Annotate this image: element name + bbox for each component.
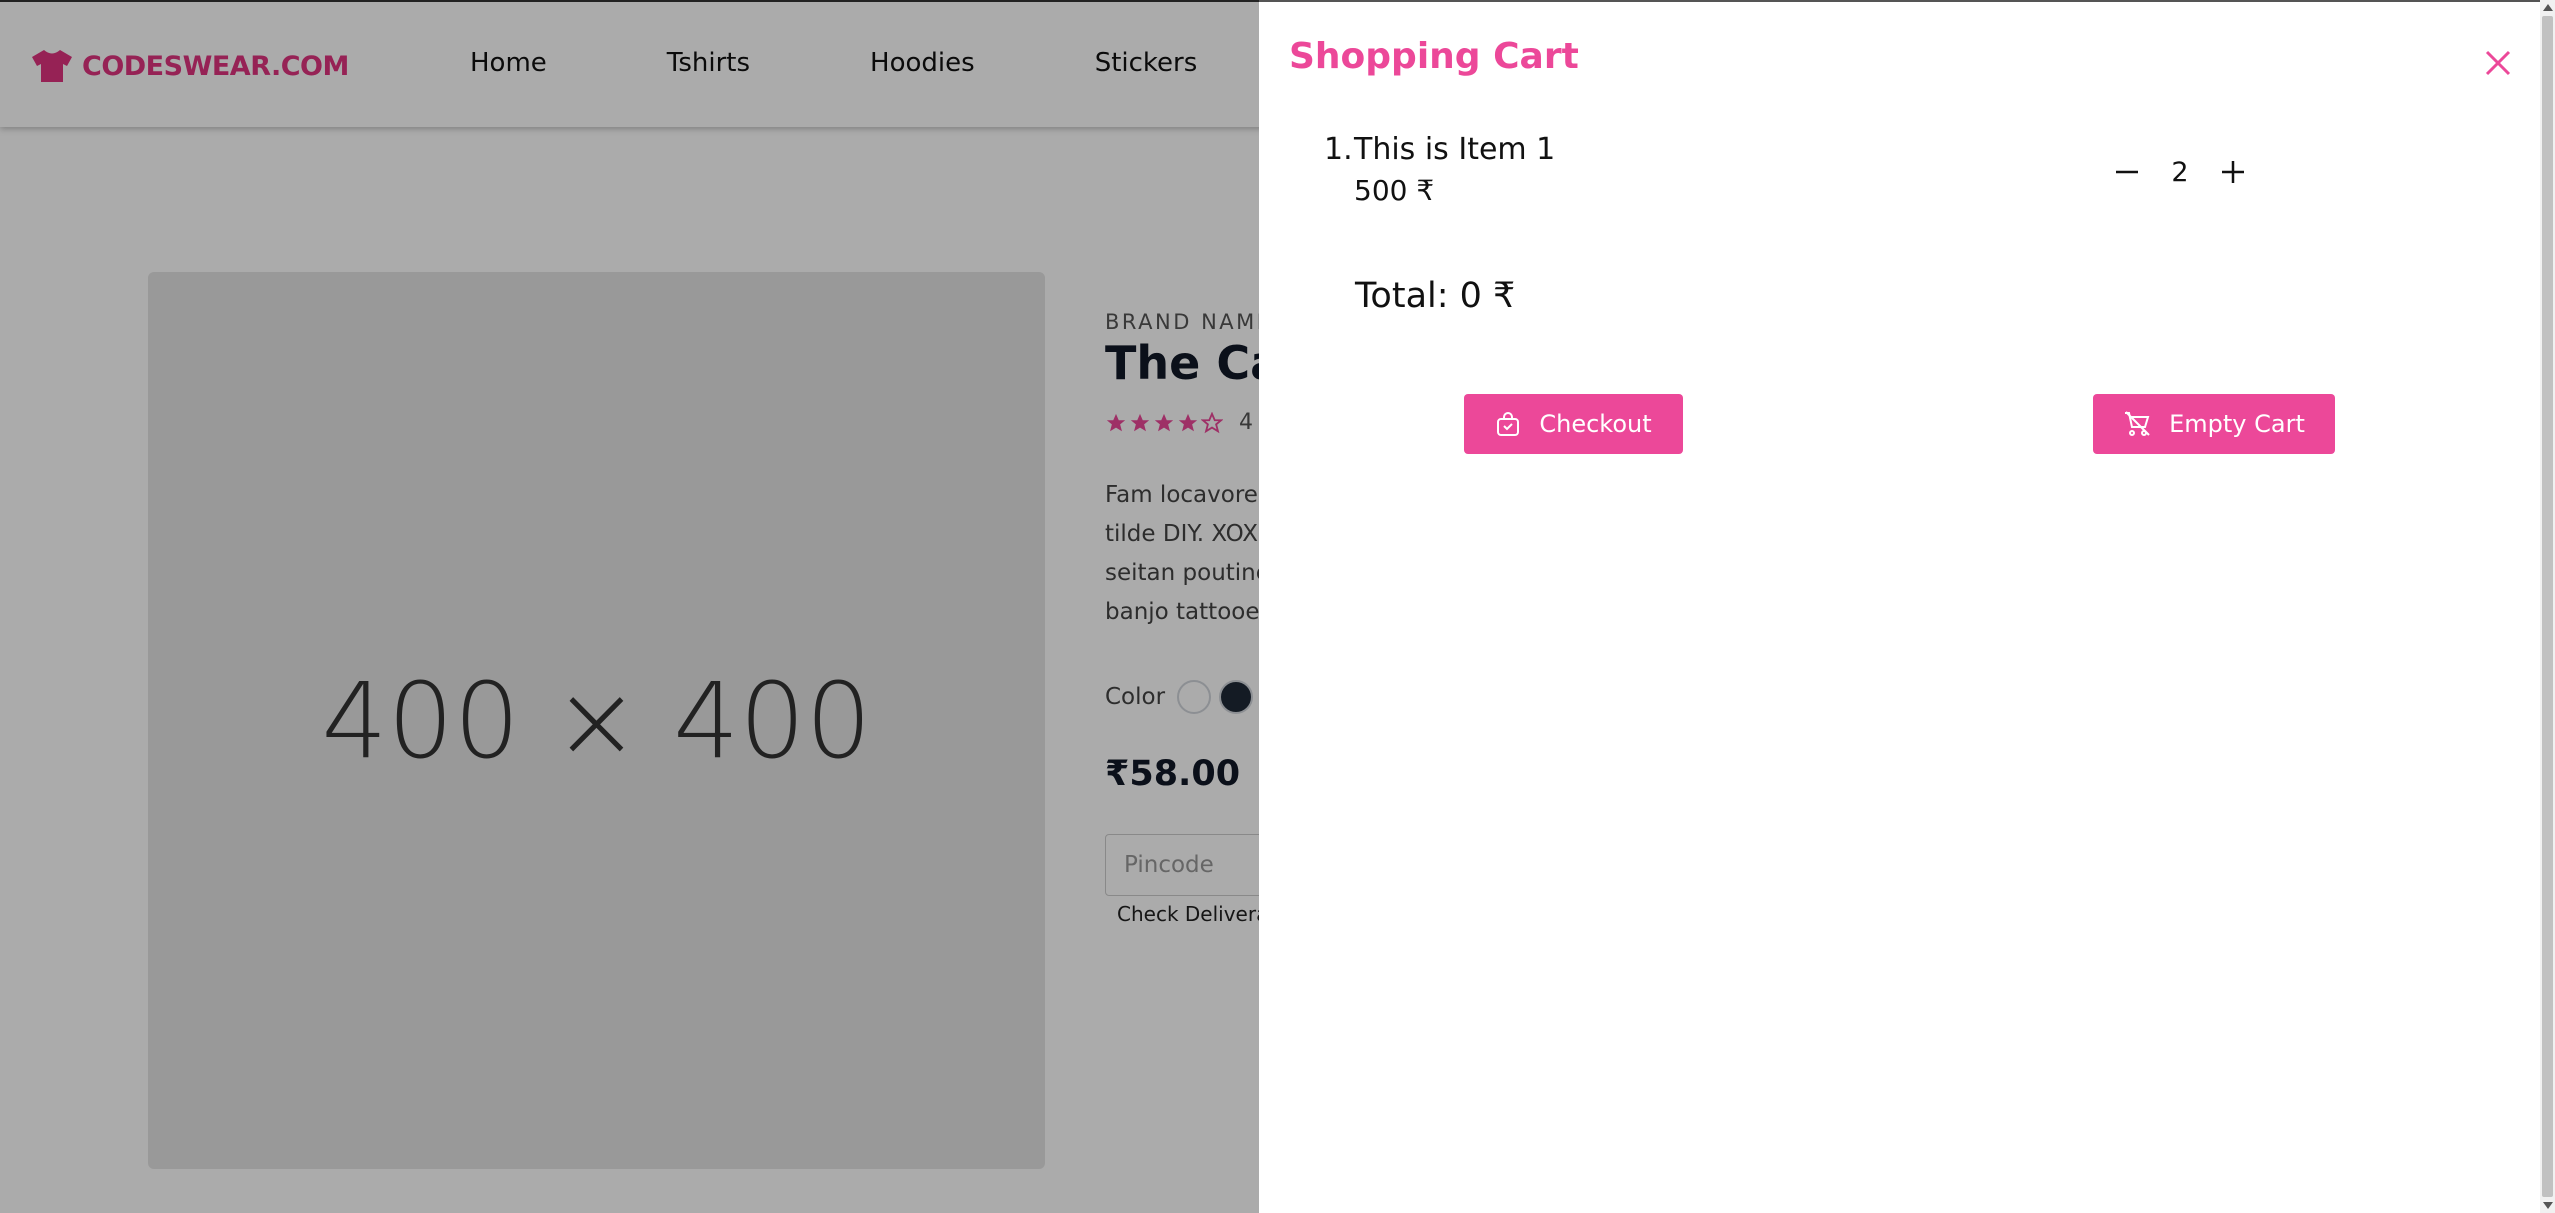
minus-icon	[2116, 170, 2138, 174]
scroll-down-icon[interactable]	[2543, 1202, 2553, 1209]
plus-icon	[2222, 161, 2244, 183]
empty-cart-label: Empty Cart	[2169, 410, 2305, 438]
cart-off-icon	[2125, 411, 2150, 436]
increase-qty-button[interactable]	[2215, 154, 2251, 190]
checkout-label: Checkout	[1539, 410, 1652, 438]
decrease-qty-button[interactable]	[2109, 154, 2145, 190]
scrollbar-thumb[interactable]	[2542, 16, 2553, 1197]
close-cart-button[interactable]	[2481, 46, 2515, 80]
item-number: 1.	[1324, 132, 1353, 167]
item-price: 500 ₹	[1354, 174, 1435, 207]
empty-cart-button[interactable]: Empty Cart	[2093, 394, 2335, 454]
close-icon	[2485, 50, 2511, 76]
cart-sidebar: Shopping Cart 1. This is Item 1 500 ₹ 2 …	[1259, 0, 2540, 1213]
checkout-button[interactable]: Checkout	[1464, 394, 1683, 454]
shopping-bag-icon	[1497, 412, 1520, 436]
cart-total: Total: 0 ₹	[1355, 276, 1516, 316]
item-name: This is Item 1	[1354, 132, 1556, 167]
quantity-value: 2	[2171, 156, 2189, 188]
scroll-up-icon[interactable]	[2543, 4, 2553, 11]
quantity-stepper: 2	[2109, 154, 2251, 190]
cart-title: Shopping Cart	[1289, 36, 1579, 77]
